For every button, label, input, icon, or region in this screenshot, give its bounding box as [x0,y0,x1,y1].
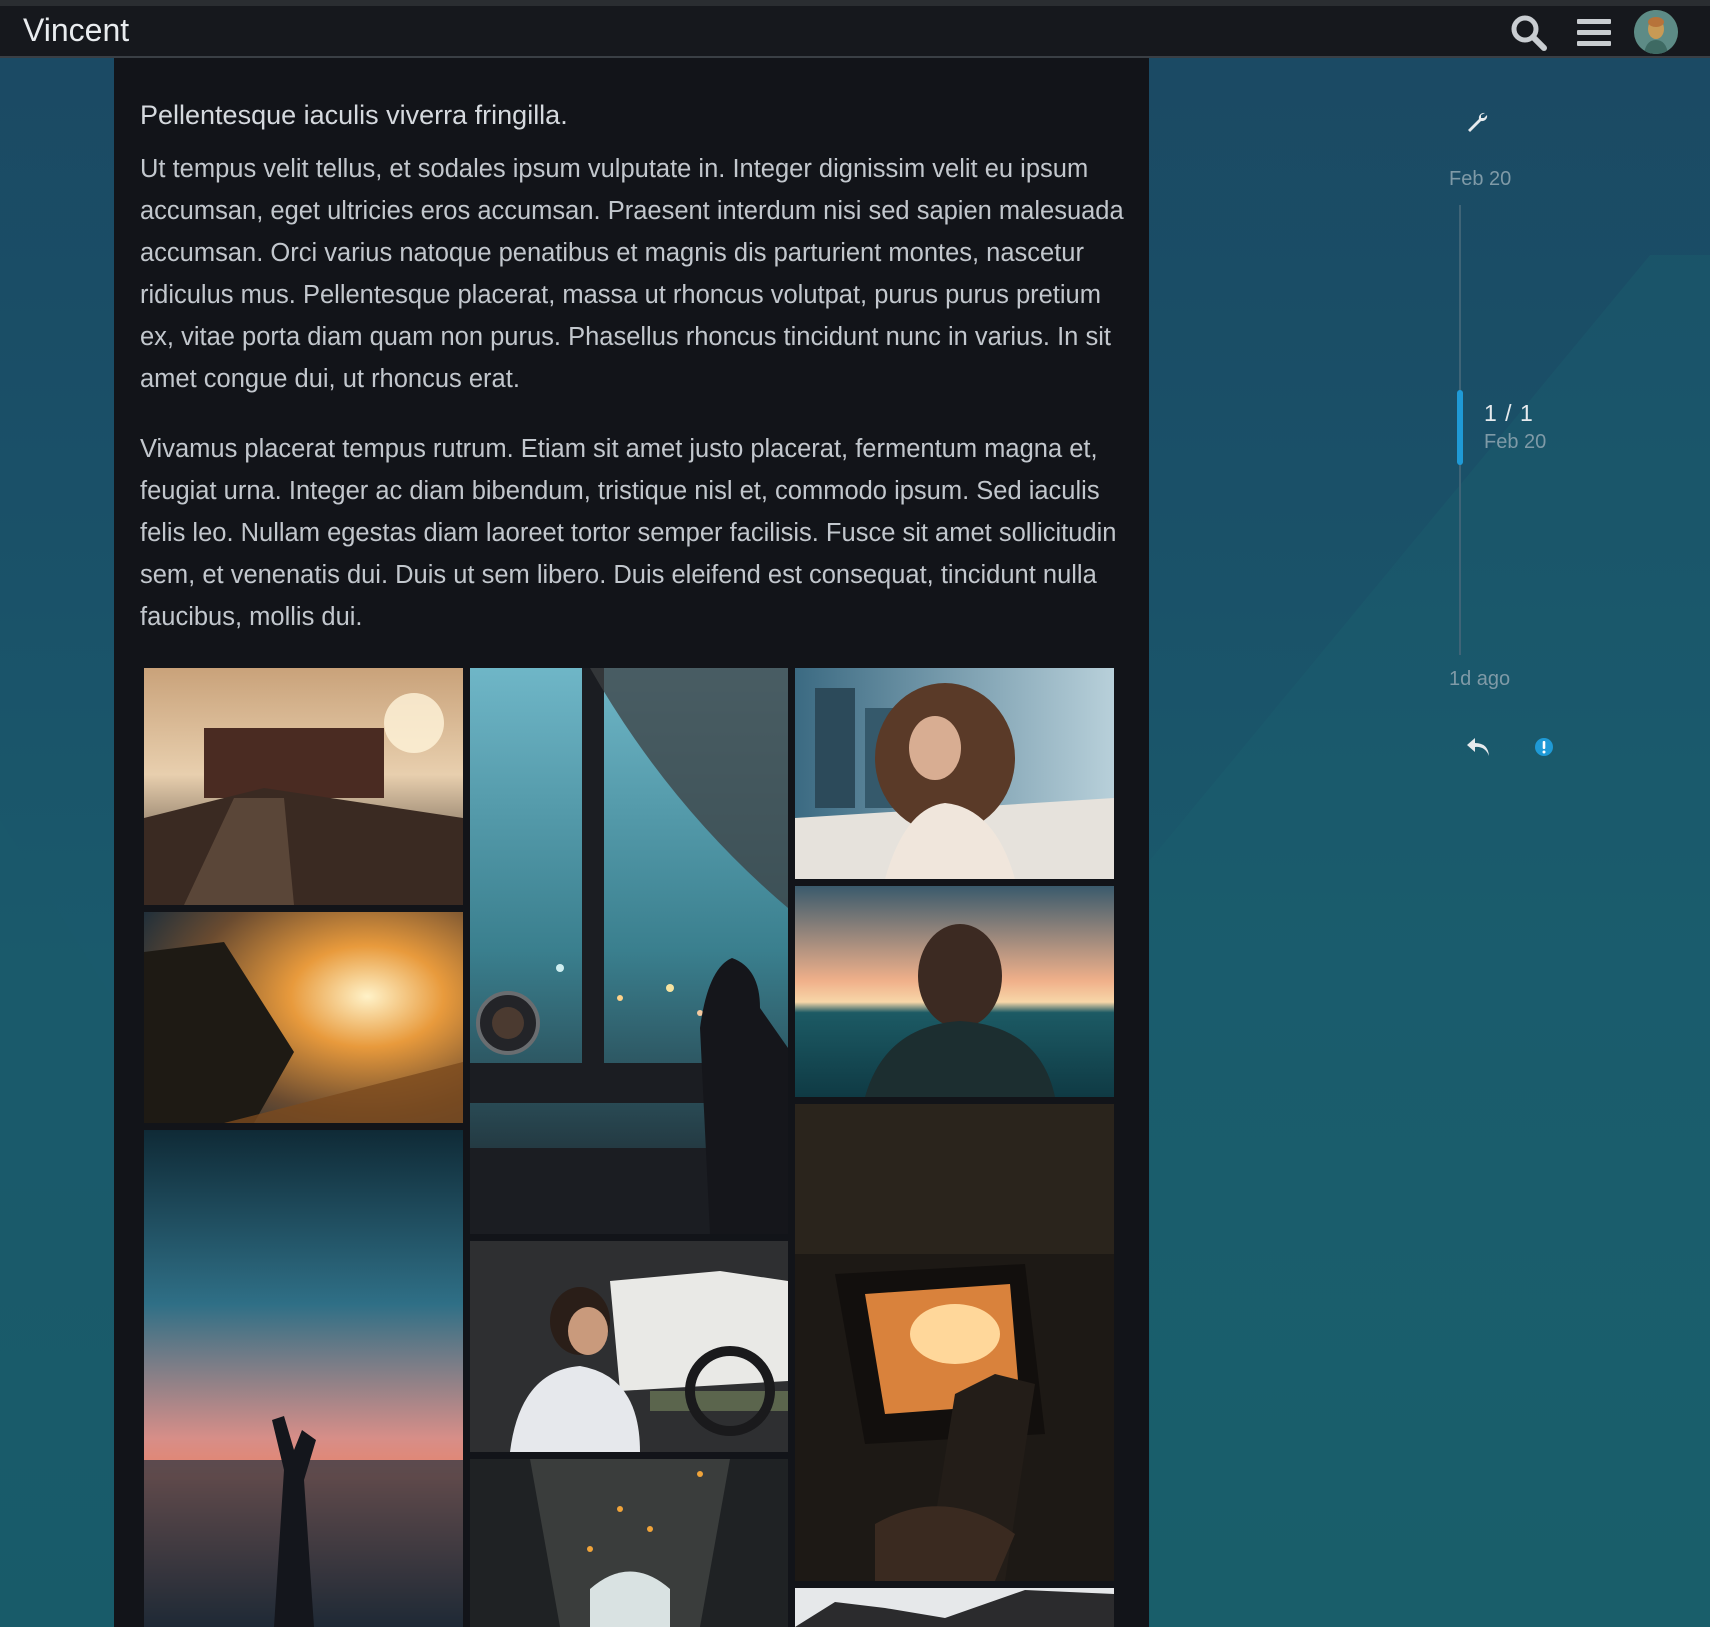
gallery-image-mountains[interactable] [795,1588,1114,1627]
timeline-scroll-handle[interactable] [1457,390,1463,465]
timeline-position: 1 / 1 [1484,400,1534,426]
gallery-image-sea-sunset-person[interactable] [795,886,1114,1097]
site-header: Vincent [0,6,1710,58]
search-icon[interactable] [1510,14,1548,52]
gallery-image-woman-wind[interactable] [795,668,1114,879]
gallery-image-boardwalk-sunset[interactable] [144,668,463,905]
gallery-image-coastal-sunset[interactable] [144,912,463,1123]
user-avatar[interactable] [1634,10,1678,54]
flag-info-icon[interactable] [1534,737,1554,757]
hamburger-menu-icon[interactable] [1577,18,1611,48]
image-gallery [144,668,1124,1627]
timeline-position-date: Feb 20 [1484,431,1547,453]
reply-icon[interactable] [1465,735,1491,759]
post-heading: Pellentesque iaculis viverra fringilla. [140,100,568,130]
timeline-end-label[interactable]: 1d ago [1449,668,1510,691]
gallery-image-window-city-lights[interactable] [470,668,788,1234]
gallery-image-fireplace[interactable] [795,1104,1114,1581]
gallery-image-ceiling-window[interactable] [470,1459,788,1627]
post-paragraph: Vivamus placerat tempus rutrum. Etiam si… [140,435,1117,631]
gallery-image-ocean-hand[interactable] [144,1130,463,1627]
wrench-icon[interactable] [1465,110,1489,134]
gallery-image-driver[interactable] [470,1241,788,1452]
timeline-start-date[interactable]: Feb 20 [1449,168,1511,191]
site-title[interactable]: Vincent [23,12,129,49]
post-body: Pellentesque iaculis viverra fringilla. … [114,58,1149,1627]
post-paragraph: Ut tempus velit tellus, et sodales ipsum… [140,155,1124,393]
